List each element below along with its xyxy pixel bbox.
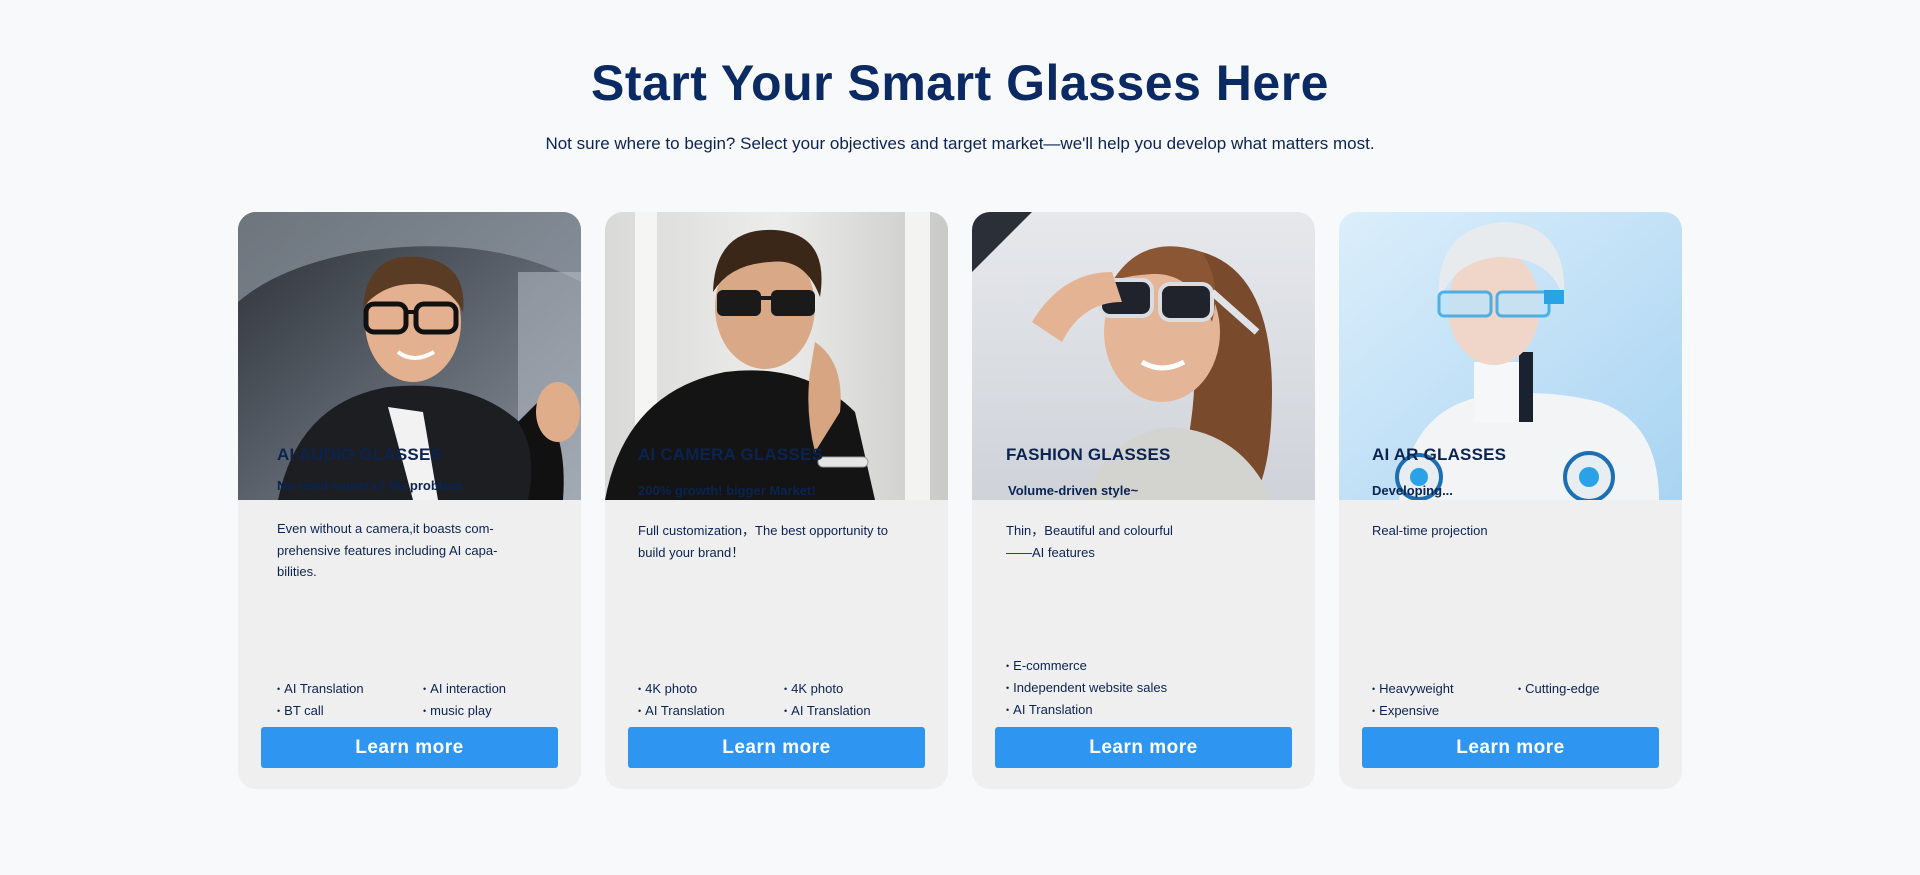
feature-item: AI interaction xyxy=(423,680,569,698)
card-title: AI CAMERA GLASSES xyxy=(638,445,824,464)
learn-more-button[interactable]: Learn more xyxy=(261,727,558,768)
feature-item: 4K photo xyxy=(784,680,930,698)
feature-item: AI Translation xyxy=(638,702,784,720)
card-tagline: Volume-driven style~ xyxy=(1008,483,1139,498)
card-ai-audio-glasses: AI AUDIO GLASSES No need camera? No prob… xyxy=(238,212,581,789)
learn-more-button[interactable]: Learn more xyxy=(995,727,1292,768)
page-title: Start Your Smart Glasses Here xyxy=(591,55,1329,111)
card-ai-camera-glasses: AI CAMERA GLASSES 200% growth! bigger Ma… xyxy=(605,212,948,789)
feature-list: E-commerce Independent website sales AI … xyxy=(1006,655,1167,721)
card-title: AI AUDIO GLASSES xyxy=(277,445,443,464)
feature-item: AI Translation xyxy=(1006,699,1167,721)
card-description: Full customization，The best opportunity … xyxy=(638,523,889,560)
feature-item: Expensive xyxy=(1372,702,1518,720)
card-description: Thin，Beautiful and colourful ——AI featur… xyxy=(1006,523,1173,560)
feature-item: Independent website sales xyxy=(1006,677,1167,699)
learn-more-button[interactable]: Learn more xyxy=(1362,727,1659,768)
feature-item: AI Translation xyxy=(277,680,423,698)
feature-item: music play xyxy=(423,702,569,720)
card-tagline: 200% growth! bigger Market! xyxy=(638,483,816,498)
card-ai-ar-glasses: AI AR GLASSES Developing... Real-time pr… xyxy=(1339,212,1682,789)
feature-item: Cutting-edge xyxy=(1518,680,1664,698)
learn-more-button[interactable]: Learn more xyxy=(628,727,925,768)
card-tagline: Developing... xyxy=(1372,483,1453,498)
feature-list: 4K photo 4K photo AI Translation AI Tran… xyxy=(638,680,930,720)
feature-list: AI Translation AI interaction BT call mu… xyxy=(277,680,569,720)
card-tagline: No need camera? No problem. xyxy=(277,478,465,493)
card-title: AI AR GLASSES xyxy=(1372,445,1507,464)
product-cards: AI AUDIO GLASSES No need camera? No prob… xyxy=(238,212,1682,789)
card-description: Even without a camera,it boasts com- pre… xyxy=(277,521,498,579)
feature-item: Heavyweight xyxy=(1372,680,1518,698)
feature-item: BT call xyxy=(277,702,423,720)
card-description: Real-time projection xyxy=(1372,523,1488,538)
page-subtitle: Not sure where to begin? Select your obj… xyxy=(545,134,1375,153)
card-fashion-glasses: FASHION GLASSES Volume-driven style~ Thi… xyxy=(972,212,1315,789)
feature-list: Heavyweight Cutting-edge Expensive xyxy=(1372,680,1664,720)
feature-item: 4K photo xyxy=(638,680,784,698)
card-title: FASHION GLASSES xyxy=(1006,445,1171,464)
feature-item: E-commerce xyxy=(1006,655,1167,677)
feature-item: AI Translation xyxy=(784,702,930,720)
